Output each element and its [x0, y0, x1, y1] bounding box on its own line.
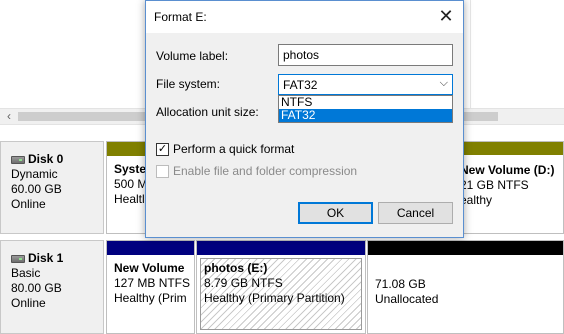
disk-size: 60.00 GB — [11, 182, 62, 196]
format-dialog: Format E: ✕ Volume label: photos File sy… — [145, 0, 464, 238]
partition-new-volume-d[interactable]: New Volume (D:) 21 GB NTFS ealthy — [456, 155, 564, 234]
cancel-button[interactable]: Cancel — [378, 202, 453, 224]
partition-title: photos (E:) — [204, 261, 268, 275]
partition-size: 71.08 GB — [375, 277, 426, 291]
compression-checkbox — [156, 164, 169, 178]
disk-type: Dynamic — [11, 167, 58, 181]
partition-status: Healthy (Primary Partition) — [204, 291, 345, 305]
quick-format-option[interactable]: ✓ Perform a quick format — [156, 142, 294, 156]
disk-name: Disk 1 — [28, 251, 64, 265]
partition-status: Healtl — [114, 192, 145, 206]
disk-name: Disk 0 — [28, 152, 64, 166]
partition-status: Healthy (Prim — [114, 291, 187, 305]
compression-option: Enable file and folder compression — [156, 164, 357, 178]
file-system-value: FAT32 — [283, 78, 318, 92]
partition-bar — [107, 241, 194, 255]
disk-type: Basic — [11, 266, 41, 280]
partition-title: New Volume (D:) — [460, 163, 555, 177]
partition-photos-e[interactable]: photos (E:) 8.79 GB NTFS Healthy (Primar… — [196, 240, 366, 334]
partition-size: 21 GB NTFS — [460, 178, 529, 192]
close-icon[interactable]: ✕ — [429, 1, 463, 33]
file-system-label: File system: — [156, 77, 221, 91]
file-system-dropdown: NTFS FAT32 — [278, 95, 453, 123]
partition-bar — [197, 241, 365, 255]
volume-label-label: Volume label: — [156, 49, 229, 63]
chevron-left-icon[interactable]: ‹ — [2, 109, 16, 124]
disk-icon — [11, 155, 25, 164]
allocation-unit-label: Allocation unit size: — [156, 105, 259, 119]
compression-label: Enable file and folder compression — [173, 164, 358, 178]
partition-size: 8.79 GB NTFS — [204, 276, 283, 290]
chevron-down-icon[interactable]: ⌵ — [440, 77, 448, 90]
partition-new-volume[interactable]: New Volume 127 MB NTFS Healthy (Prim — [106, 240, 195, 334]
disk-icon — [11, 254, 25, 263]
disk-info[interactable]: Disk 1 Basic 80.00 GB Online — [0, 240, 104, 334]
quick-format-label: Perform a quick format — [173, 142, 295, 156]
dialog-title: Format E: — [154, 10, 207, 24]
partition-size: 500 M — [114, 177, 148, 191]
volume-label-input[interactable]: photos — [278, 44, 453, 66]
partition-status: Unallocated — [375, 292, 439, 306]
file-system-select[interactable]: FAT32 ⌵ — [278, 74, 453, 95]
quick-format-checkbox[interactable]: ✓ — [156, 142, 169, 156]
partition-size: 127 MB NTFS — [114, 276, 191, 290]
partition-bar — [368, 241, 563, 255]
partition-title: Syste — [114, 162, 147, 176]
disk-row-1: Disk 1 Basic 80.00 GB Online New Volume … — [0, 240, 564, 334]
partition-title: New Volume — [114, 261, 185, 275]
disk-info[interactable]: Disk 0 Dynamic 60.00 GB Online — [0, 141, 104, 234]
ok-button[interactable]: OK — [298, 202, 373, 224]
partition-status: ealthy — [460, 193, 493, 207]
disk-status: Online — [11, 296, 46, 310]
disk-status: Online — [11, 197, 46, 211]
dialog-titlebar[interactable]: Format E: ✕ — [146, 1, 463, 33]
dropdown-option-fat32[interactable]: FAT32 — [279, 109, 452, 122]
partition-unallocated[interactable]: 71.08 GB Unallocated — [367, 240, 564, 334]
disk-size: 80.00 GB — [11, 281, 62, 295]
